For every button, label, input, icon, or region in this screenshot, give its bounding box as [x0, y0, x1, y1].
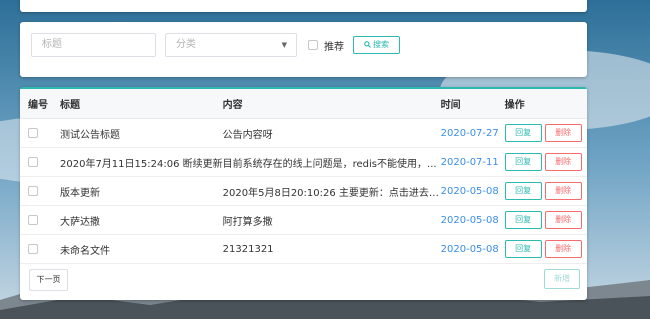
search-label: 搜索: [373, 40, 389, 49]
search-icon: [364, 41, 371, 48]
row-content: 阿打算多撒: [222, 205, 441, 235]
row-title: 版本更新: [60, 176, 223, 206]
row-title: 大萨达撒: [60, 205, 223, 235]
recommend-label: 推荐: [324, 42, 344, 53]
header-content: 内容: [222, 89, 441, 119]
search-panel: 标题 分类 ▼ 推荐 搜索: [20, 22, 587, 77]
category-select[interactable]: 分类 ▼: [165, 33, 297, 57]
table-row: 测试公告标题 公告内容呀 2020-07-27 回复 删除: [20, 118, 587, 148]
reply-button[interactable]: 回复: [504, 211, 542, 229]
header-time: 时间: [440, 89, 505, 119]
row-time: 2020-05-08: [440, 176, 505, 206]
delete-button[interactable]: 删除: [544, 182, 582, 200]
header-actions: 操作: [504, 89, 587, 119]
row-time: 2020-07-11: [440, 147, 505, 177]
header-title: 标题: [60, 89, 223, 119]
table-row: 2020年7月11日15:24:06 断续更新 目前系统存在的线上问题是，red…: [20, 147, 587, 177]
reply-button[interactable]: 回复: [504, 124, 542, 142]
title-placeholder: 标题: [42, 39, 62, 50]
title-input[interactable]: 标题: [31, 33, 156, 57]
table-panel: 编号 标题 内容 时间 操作 测试公告标题 公告内容呀 2020-07-27 回…: [20, 87, 587, 300]
add-button[interactable]: 新增: [544, 269, 580, 289]
delete-button[interactable]: 删除: [544, 211, 582, 229]
row-title: 未命名文件: [60, 234, 223, 264]
reply-button[interactable]: 回复: [504, 153, 542, 171]
recommend-checkbox[interactable]: [308, 40, 318, 50]
row-content: 21321321: [222, 234, 441, 264]
row-time: 2020-07-27: [440, 118, 505, 148]
row-checkbox[interactable]: [28, 243, 38, 254]
table-row: 版本更新 2020年5月8日20:10:26 主要更新：点击进去某... 202…: [20, 176, 587, 206]
row-title: 测试公告标题: [60, 118, 223, 148]
delete-button[interactable]: 删除: [544, 153, 582, 171]
row-checkbox[interactable]: [28, 214, 38, 225]
next-page-button[interactable]: 下一页: [29, 269, 68, 291]
row-content: 2020年5月8日20:10:26 主要更新：点击进去某...: [222, 176, 441, 206]
category-placeholder: 分类: [176, 39, 196, 50]
table-row: 大萨达撒 阿打算多撒 2020-05-08 回复 删除: [20, 205, 587, 235]
row-checkbox[interactable]: [28, 127, 38, 138]
row-content: 目前系统存在的线上问题是，redis不能使用，...: [222, 147, 441, 177]
notice-table: 编号 标题 内容 时间 操作 测试公告标题 公告内容呀 2020-07-27 回…: [20, 89, 587, 264]
header-number: 编号: [20, 89, 60, 119]
row-checkbox[interactable]: [28, 156, 38, 167]
row-checkbox[interactable]: [28, 185, 38, 196]
delete-button[interactable]: 删除: [544, 240, 582, 258]
row-time: 2020-05-08: [440, 205, 505, 235]
row-time: 2020-05-08: [440, 234, 505, 264]
row-title: 2020年7月11日15:24:06 断续更新: [60, 147, 223, 177]
caret-down-icon: ▼: [281, 41, 287, 49]
reply-button[interactable]: 回复: [504, 240, 542, 258]
search-button[interactable]: 搜索: [353, 36, 400, 54]
delete-button[interactable]: 删除: [544, 124, 582, 142]
top-panel: [20, 0, 587, 12]
table-header-row: 编号 标题 内容 时间 操作: [20, 89, 587, 119]
reply-button[interactable]: 回复: [504, 182, 542, 200]
table-row: 未命名文件 21321321 2020-05-08 回复 删除: [20, 234, 587, 264]
row-content: 公告内容呀: [222, 118, 441, 148]
